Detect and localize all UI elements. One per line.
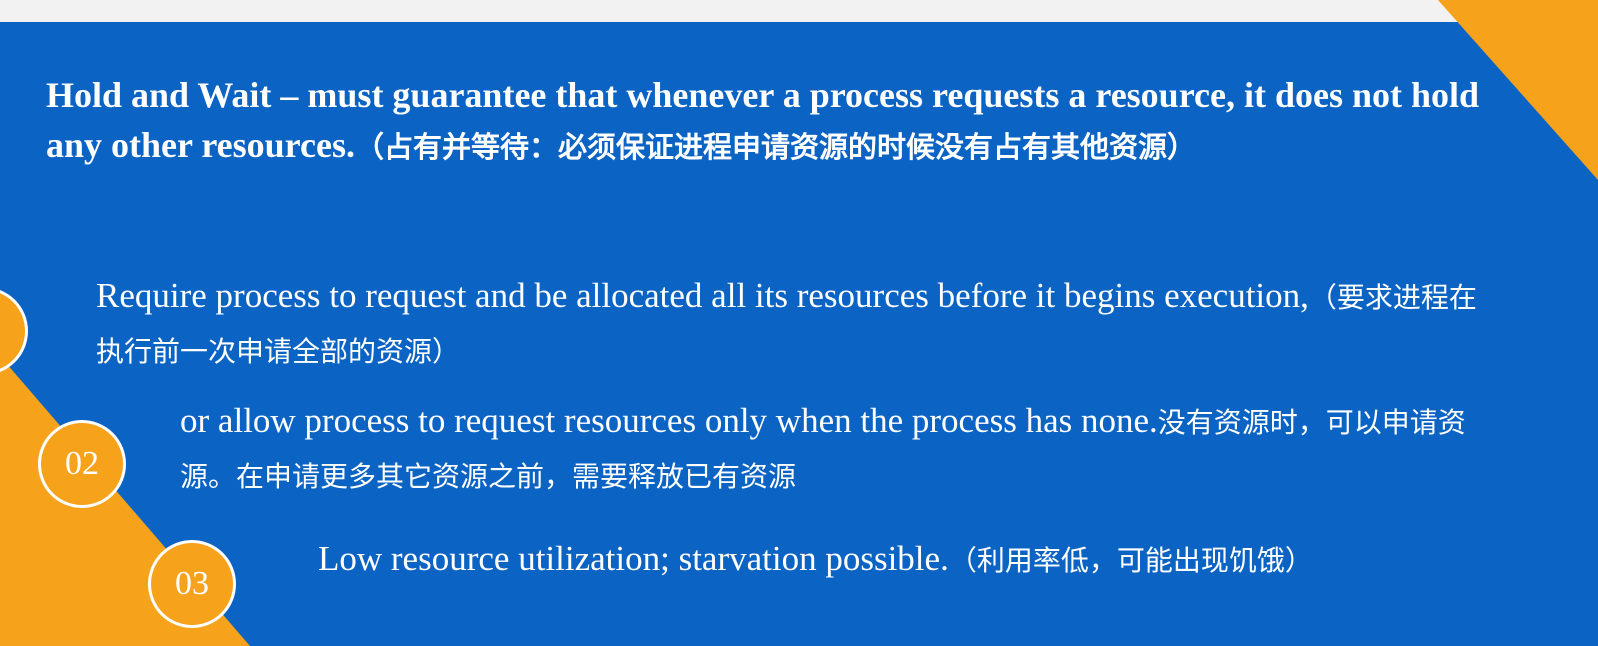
bullet-point-2: or allow process to request resources on… bbox=[180, 395, 1500, 503]
bullet-point-3: Low resource utilization; starvation pos… bbox=[318, 533, 1578, 587]
point-3-english-text: Low resource utilization; starvation pos… bbox=[318, 539, 949, 578]
heading-chinese-text: （占有并等待：必须保证进程申请资源的时候没有占有其他资源） bbox=[354, 130, 1196, 164]
point-3-chinese-text: （利用率低，可能出现饥饿） bbox=[948, 544, 1313, 577]
point-1-english-text: Require process to request and be alloca… bbox=[96, 276, 1309, 315]
number-badge-3: 03 bbox=[148, 540, 236, 628]
point-2-english-text: or allow process to request resources on… bbox=[180, 401, 1158, 440]
slide: 02 03 Hold and Wait – must guarantee tha… bbox=[0, 0, 1598, 646]
bullet-point-1: Require process to request and be alloca… bbox=[96, 270, 1496, 378]
number-badge-2: 02 bbox=[38, 420, 126, 508]
slide-heading: Hold and Wait – must guarantee that when… bbox=[46, 70, 1486, 172]
